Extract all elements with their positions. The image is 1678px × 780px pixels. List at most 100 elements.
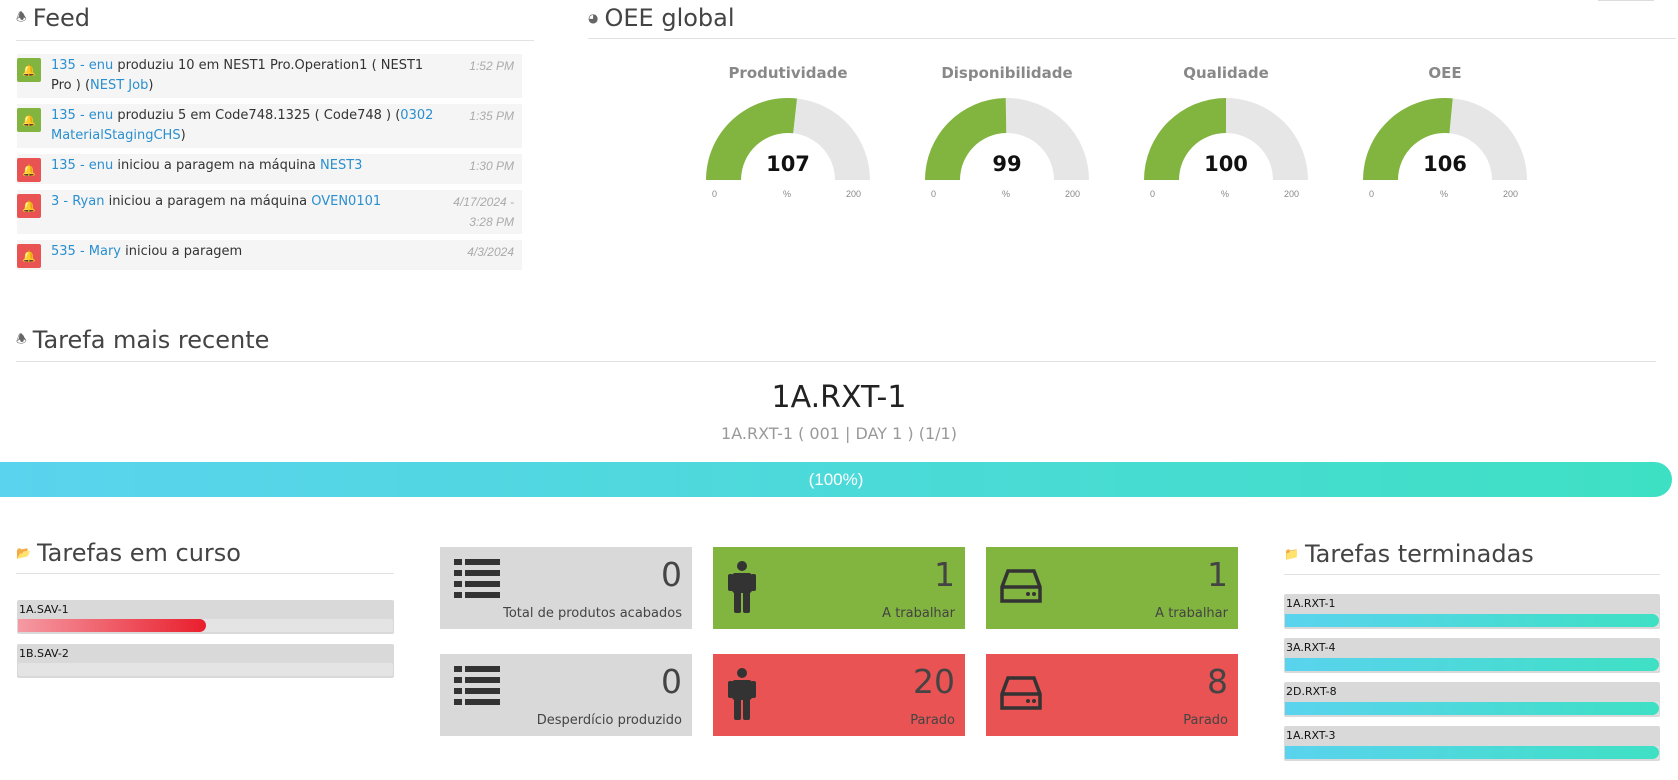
stat-tile: 0 Desperdício produzido <box>440 654 692 736</box>
feed-item[interactable]: 🔔 135 - enu produziu 10 em NEST1 Pro.Oper… <box>17 54 522 98</box>
feed-user-link[interactable]: 135 - enu <box>51 158 113 173</box>
stat-tile: 1 A trabalhar <box>713 547 965 629</box>
task-label: 1A.RXT-3 <box>1286 729 1336 742</box>
folder-open-icon: 📂 <box>16 546 31 560</box>
feed-item-message: iniciou a paragem na máquina <box>104 194 312 209</box>
task-progress-fill <box>1285 614 1659 627</box>
in-progress-divider <box>16 573 394 574</box>
task-label: 1A.SAV-1 <box>19 603 69 616</box>
feed-target-link[interactable]: NEST3 <box>320 158 362 173</box>
recent-task-progress: (100%) <box>0 462 1672 497</box>
feed-item-time: 1:35 PM <box>469 109 514 123</box>
stat-caption: Parado <box>1183 713 1228 728</box>
bell-icon: 🔔 <box>17 108 41 132</box>
stat-caption: Total de produtos acabados <box>503 606 682 621</box>
gauge-unit: % <box>1002 189 1011 199</box>
oee-gauge: Produtividade 107 0% 200 <box>698 64 878 199</box>
gauge-label: Produtividade <box>728 64 848 82</box>
task-label: 1B.SAV-2 <box>19 647 69 660</box>
gauge-label: OEE <box>1428 64 1462 82</box>
oee-divider <box>588 38 1676 39</box>
gauge-max: 200 <box>846 189 862 199</box>
feed-item[interactable]: 🔔 535 - Mary iniciou a paragem 4/3/2024 <box>17 240 522 270</box>
task-progress-fill <box>18 619 206 632</box>
stat-caption: A trabalhar <box>882 606 955 621</box>
person-icon <box>727 668 757 725</box>
person-icon <box>727 561 757 618</box>
gauge-max: 200 <box>1284 189 1300 199</box>
feed-list[interactable]: 🔔 135 - enu produziu 10 em NEST1 Pro.Oper… <box>17 54 522 276</box>
feed-user-link[interactable]: 135 - enu <box>51 58 113 73</box>
feed-item-message: iniciou a paragem na máquina <box>113 158 321 173</box>
oee-title: ◕ OEE global <box>588 4 735 32</box>
feed-item-text: 535 - Mary iniciou a paragem <box>51 242 434 268</box>
stat-caption: A trabalhar <box>1155 606 1228 621</box>
feed-target-link[interactable]: OVEN0101 <box>311 194 381 209</box>
folder-icon: 📁 <box>1284 547 1299 561</box>
bell-icon: 🔔 <box>17 158 41 182</box>
gauge-value: 99 <box>992 152 1022 176</box>
feed-target-link[interactable]: NEST Job <box>90 78 148 93</box>
gauge-min: 0 <box>1150 189 1156 199</box>
task-progress-track <box>18 663 393 676</box>
gauge-value: 107 <box>766 152 810 176</box>
feed-item[interactable]: 🔔 135 - enu iniciou a paragem na máquina … <box>17 154 522 184</box>
feed-item[interactable]: 🔔 3 - Ryan iniciou a paragem na máquina O… <box>17 190 522 234</box>
list-icon <box>454 559 500 604</box>
bell-icon: 🔔 <box>17 244 41 268</box>
feed-user-link[interactable]: 3 - Ryan <box>51 194 104 209</box>
feed-item-text: 3 - Ryan iniciou a paragem na máquina OV… <box>51 192 434 232</box>
done-divider <box>1284 574 1660 575</box>
list-icon <box>454 666 500 711</box>
in-progress-title: 📂 Tarefas em curso <box>16 539 241 567</box>
done-task[interactable]: 1A.RXT-3 <box>1284 726 1660 761</box>
gauge-max: 200 <box>1503 189 1519 199</box>
done-task[interactable]: 2D.RXT-8 <box>1284 682 1660 717</box>
oee-title-text: OEE global <box>604 4 735 32</box>
oee-gauge: Disponibilidade 99 0% 200 <box>917 64 1097 199</box>
task-progress-fill <box>1285 746 1659 759</box>
stat-value: 0 <box>661 662 682 701</box>
in-progress-title-text: Tarefas em curso <box>36 539 241 567</box>
hard-drive-icon <box>1000 569 1042 610</box>
done-task[interactable]: 3A.RXT-4 <box>1284 638 1660 673</box>
feed-item-time: 1:52 PM <box>469 59 514 73</box>
gauge-max: 200 <box>1065 189 1081 199</box>
recent-title-text: Tarefa mais recente <box>32 326 270 354</box>
recent-task-subtitle: 1A.RXT-1 ( 001 | DAY 1 ) (1/1) <box>721 424 957 443</box>
done-title: 📁 Tarefas terminadas <box>1284 540 1534 568</box>
done-task[interactable]: 1A.RXT-1 <box>1284 594 1660 629</box>
stat-tile: 0 Total de produtos acabados <box>440 547 692 629</box>
in-progress-task[interactable]: 1A.SAV-1 <box>17 600 394 634</box>
bell-icon: 🔔 <box>17 194 41 218</box>
task-label: 3A.RXT-4 <box>1286 641 1336 654</box>
feed-item-text: 135 - enu produziu 5 em Code748.1325 ( C… <box>51 106 434 146</box>
feed-user-link[interactable]: 535 - Mary <box>51 244 121 259</box>
gauge-value: 100 <box>1204 152 1248 176</box>
recent-task-name[interactable]: 1A.RXT-1 <box>0 380 1678 415</box>
stat-value: 0 <box>661 555 682 594</box>
gauge-min: 0 <box>1369 189 1375 199</box>
bell-icon: 🕭 <box>16 9 27 24</box>
dashboard-icon: ◕ <box>588 11 599 25</box>
recent-title: 🕭 Tarefa mais recente <box>16 326 269 354</box>
task-label: 2D.RXT-8 <box>1286 685 1337 698</box>
feed-title-text: Feed <box>32 4 91 32</box>
task-progress-track <box>1285 658 1659 671</box>
bell-icon: 🔔 <box>17 58 41 82</box>
gauge-unit: % <box>783 189 792 199</box>
stat-value: 1 <box>934 555 955 594</box>
gauge-label: Disponibilidade <box>941 64 1073 82</box>
task-progress-fill <box>1285 702 1659 715</box>
stat-tile: 1 A trabalhar <box>986 547 1238 629</box>
recent-divider <box>16 361 1656 362</box>
feed-user-link[interactable]: 135 - enu <box>51 108 113 123</box>
feed-item-time: 1:30 PM <box>469 159 514 173</box>
feed-item[interactable]: 🔔 135 - enu produziu 5 em Code748.1325 ( … <box>17 104 522 148</box>
in-progress-task[interactable]: 1B.SAV-2 <box>17 644 394 678</box>
stat-value: 1 <box>1207 555 1228 594</box>
task-label: 1A.RXT-1 <box>1286 597 1336 610</box>
stat-caption: Desperdício produzido <box>536 713 682 728</box>
hard-drive-icon <box>1000 676 1042 717</box>
gauge-value: 106 <box>1423 152 1467 176</box>
